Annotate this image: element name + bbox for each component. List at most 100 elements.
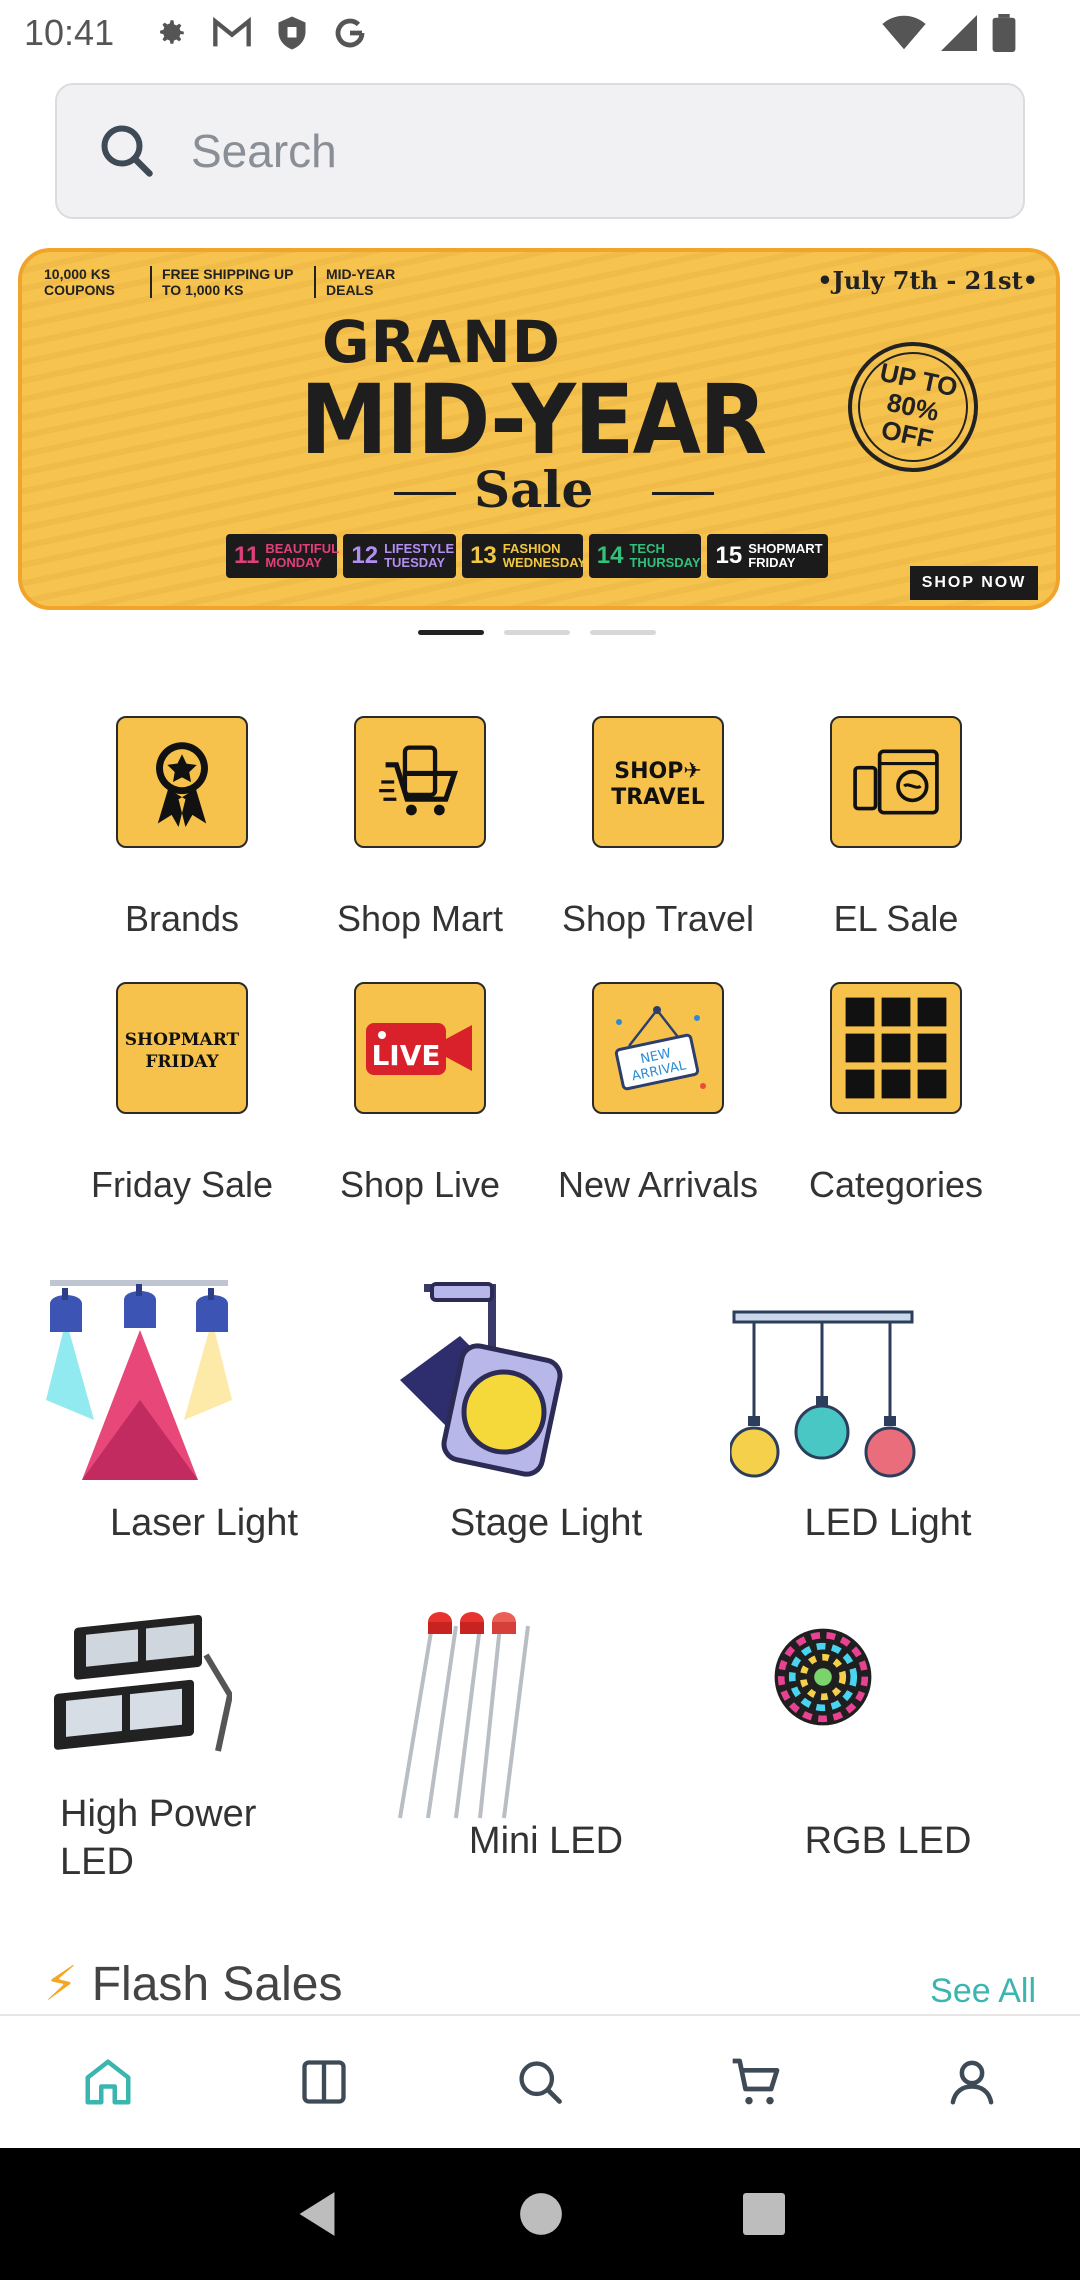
day-chip: 14 TECH THURSDAY xyxy=(588,534,702,578)
day-number: 11 xyxy=(234,542,260,569)
category-label: Mini LED xyxy=(468,1820,624,1862)
carousel-dot[interactable] xyxy=(504,630,570,635)
stage-light-icon xyxy=(400,1282,563,1477)
quick-tile xyxy=(354,716,486,848)
banner-perks: 10,000 KS COUPONS FREE SHIPPING UP TO 1,… xyxy=(44,266,410,298)
svg-text:TRAVEL: TRAVEL xyxy=(611,785,705,810)
mini-led-image xyxy=(386,1610,576,1820)
promo-banner[interactable]: 10,000 KS COUPONS FREE SHIPPING UP TO 1,… xyxy=(18,248,1060,610)
day-label: FASHION WEDNESDAY xyxy=(502,541,587,570)
quick-link-el-sale[interactable]: EL Sale xyxy=(777,716,1015,940)
system-nav-bar xyxy=(0,2148,1080,2280)
quick-link-label: Friday Sale xyxy=(90,1164,274,1205)
banner-days: 11 BEAUTIFUL MONDAY 12 LIFESTYLE TUESDAY 1… xyxy=(226,534,829,578)
quick-tile: LIVE xyxy=(354,982,486,1114)
category-led-light[interactable]: LED Light xyxy=(728,1282,1068,1545)
status-time: 10:41 xyxy=(24,12,115,53)
quick-link-label: Brands xyxy=(124,898,240,939)
category-rgb-led[interactable]: RGB LED xyxy=(728,1610,1068,1863)
rgb-led-strip-icon xyxy=(774,1628,872,1726)
day-chip: 12 LIFESTYLE TUESDAY xyxy=(343,534,457,578)
category-mini-led[interactable]: Mini LED xyxy=(386,1610,726,1863)
banner-dates: •July 7th - 21st• xyxy=(817,266,1038,295)
google-icon xyxy=(335,18,365,48)
flash-sales-header: ⚡ Flash Sales See All xyxy=(44,1956,1044,2016)
wifi-icon xyxy=(882,15,926,50)
day-chip: 11 BEAUTIFUL MONDAY xyxy=(226,534,339,578)
svg-text:SHOPMART: SHOPMART xyxy=(125,1030,240,1050)
quick-link-shop-live[interactable]: LIVE Shop Live xyxy=(301,982,539,1206)
quick-link-brands[interactable]: Brands xyxy=(63,716,301,940)
category-label: High Power LED xyxy=(60,1793,257,1883)
search-icon xyxy=(101,125,153,177)
quick-tile: SHOPMART FRIDAY xyxy=(116,982,248,1114)
home-icon xyxy=(85,2059,131,2105)
day-chip: 13 FASHION WEDNESDAY xyxy=(462,534,587,578)
quick-tile xyxy=(830,716,962,848)
gmail-icon xyxy=(213,16,251,47)
shopping-cart-icon xyxy=(379,745,458,816)
pendant-lights-icon xyxy=(730,1310,916,1478)
battery-icon xyxy=(992,14,1016,52)
flash-sales-label: Flash Sales xyxy=(91,1957,343,2011)
quick-link-shop-mart[interactable]: Shop Mart xyxy=(301,716,539,940)
laser-light-icon xyxy=(46,1280,232,1480)
day-number: 15 xyxy=(715,542,743,569)
settings-icon xyxy=(160,20,184,44)
banner-divider xyxy=(394,492,456,495)
banner-perk-deals: MID-YEAR DEALS xyxy=(314,266,410,298)
quick-link-label: Shop Mart xyxy=(336,898,504,939)
svg-text:SHOP✈: SHOP✈ xyxy=(614,759,702,784)
award-ribbon-icon xyxy=(156,742,208,827)
back-icon[interactable] xyxy=(295,2190,339,2238)
see-all-link[interactable]: See All xyxy=(930,1972,1036,2011)
appliance-icon xyxy=(853,749,939,815)
category-label: RGB LED xyxy=(804,1820,972,1862)
quick-link-shop-travel[interactable]: SHOP✈ TRAVEL Shop Travel xyxy=(539,716,777,940)
profile-icon xyxy=(950,2060,994,2105)
nav-profile[interactable] xyxy=(922,2032,1022,2132)
cart-icon xyxy=(732,2058,780,2105)
day-number: 12 xyxy=(351,542,379,569)
nav-cart[interactable] xyxy=(706,2032,806,2132)
nav-catalog[interactable] xyxy=(274,2032,374,2132)
search-icon xyxy=(519,2061,562,2104)
nav-search[interactable] xyxy=(490,2032,590,2132)
day-number: 14 xyxy=(596,542,624,569)
quick-link-label: Shop Live xyxy=(339,1164,501,1205)
shop-now-button[interactable]: SHOP NOW xyxy=(910,566,1038,600)
quick-tile xyxy=(830,982,962,1114)
category-laser-light[interactable]: Laser Light xyxy=(44,1280,384,1545)
quick-link-friday-sale[interactable]: SHOPMART FRIDAY Friday Sale xyxy=(63,982,301,1206)
quick-link-categories[interactable]: Categories xyxy=(777,982,1015,1206)
banner-perk-coupons: 10,000 KS COUPONS xyxy=(44,266,115,298)
home-circle-icon[interactable] xyxy=(519,2192,563,2236)
banner-divider xyxy=(652,492,714,495)
recents-icon[interactable] xyxy=(743,2193,785,2235)
quick-tile: NEW ARRIVAL xyxy=(592,982,724,1114)
new-arrival-sign-icon: NEW ARRIVAL xyxy=(614,1006,706,1091)
category-stage-light[interactable]: Stage Light xyxy=(386,1282,726,1545)
day-number: 13 xyxy=(470,542,497,569)
search-input[interactable]: Search xyxy=(55,83,1025,219)
signal-icon xyxy=(941,15,977,51)
nav-home[interactable] xyxy=(58,2032,158,2132)
shield-icon xyxy=(278,16,306,50)
carousel-dot[interactable] xyxy=(590,630,656,635)
category-label: Laser Light xyxy=(109,1502,298,1544)
banner-sale: Sale xyxy=(474,460,594,519)
laser-light-image xyxy=(44,1280,234,1482)
carousel-indicator xyxy=(418,630,656,635)
quick-link-label: New Arrivals xyxy=(557,1164,759,1205)
shopmart-friday-logo: SHOPMART FRIDAY xyxy=(125,1030,240,1072)
quick-link-label: EL Sale xyxy=(833,898,959,939)
category-high-power-led[interactable]: High Power LED xyxy=(44,1610,384,1886)
category-label: Stage Light xyxy=(449,1502,643,1544)
day-label: TECH THURSDAY xyxy=(629,541,701,570)
rgb-led-image xyxy=(728,1610,918,1820)
carousel-dot-active[interactable] xyxy=(418,630,484,635)
flash-sales-title: ⚡ Flash Sales xyxy=(44,1956,1044,2012)
quick-link-new-arrivals[interactable]: NEW ARRIVAL New Arrivals xyxy=(539,982,777,1206)
svg-text:LIVE: LIVE xyxy=(371,1039,440,1072)
quick-tile: SHOP✈ TRAVEL xyxy=(592,716,724,848)
